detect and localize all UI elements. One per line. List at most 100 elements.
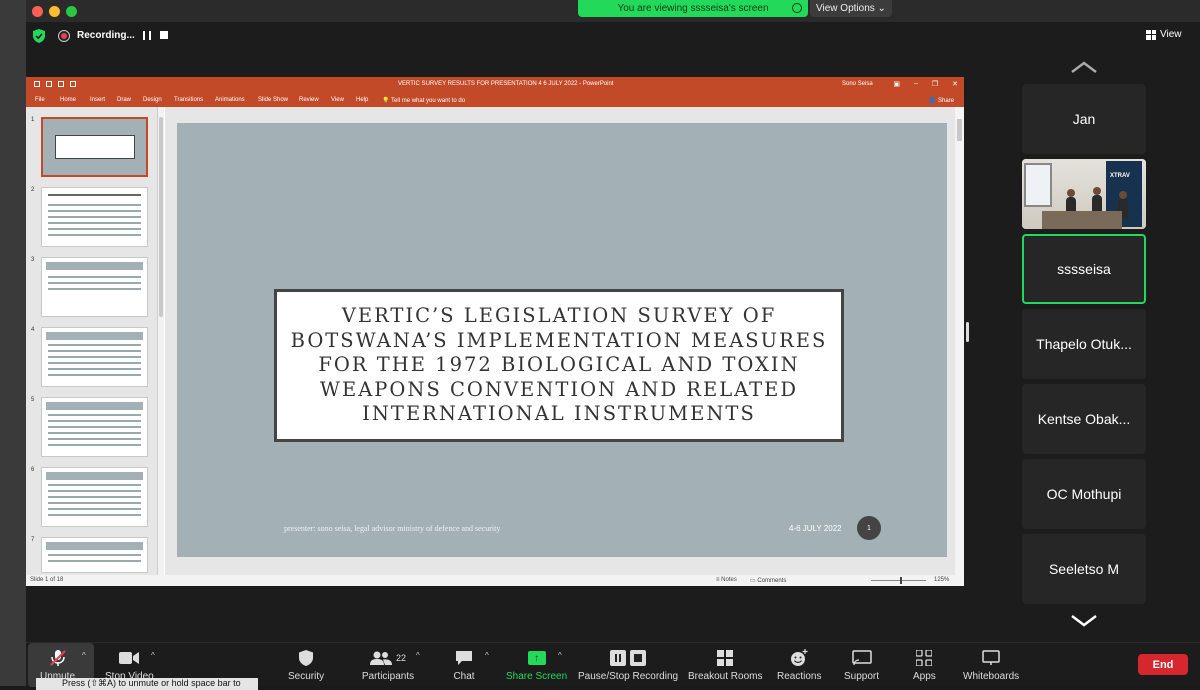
ribbon-tab-design[interactable]: Design (143, 97, 162, 103)
ribbon-tab-view[interactable]: View (331, 97, 344, 103)
slide-title-box[interactable]: VERTIC’S LEGISLATION SURVEY OF BOTSWANA’… (274, 289, 844, 442)
thumbnail-scrollbar[interactable] (158, 107, 164, 575)
end-meeting-button[interactable]: End (1138, 654, 1188, 675)
participants-options-caret[interactable]: ^ (416, 651, 420, 660)
tell-me-search[interactable]: 💡 Tell me what you want to do (382, 97, 465, 104)
whiteboards-label: Whiteboards (963, 671, 1020, 682)
participant-name: Thapelo Otuk... (1036, 336, 1132, 352)
current-slide[interactable]: VERTIC’S LEGISLATION SURVEY OF BOTSWANA’… (177, 123, 947, 557)
slide-thumbnail[interactable] (41, 397, 148, 457)
redo-icon[interactable] (58, 81, 64, 87)
pause-stop-recording-button[interactable]: Pause/Stop Recording (578, 649, 678, 682)
whiteboard-icon (980, 649, 1002, 667)
whiteboards-button[interactable]: Whiteboards (963, 649, 1019, 682)
thumb-number: 2 (31, 187, 35, 193)
ribbon-tab-insert[interactable]: Insert (90, 97, 105, 103)
chat-options-caret[interactable]: ^ (485, 651, 489, 660)
zoom-slider[interactable] (871, 580, 926, 581)
chevron-down-icon: ⌄ (874, 3, 886, 14)
undo-icon[interactable] (46, 81, 52, 87)
thumb-number: 4 (31, 327, 35, 333)
view-button[interactable]: View (1146, 29, 1182, 40)
security-button[interactable]: Security (288, 649, 324, 682)
breakout-rooms-button[interactable]: Breakout Rooms (688, 649, 762, 682)
ribbon-display-icon[interactable]: ▣ (893, 80, 900, 88)
slide-thumbnail[interactable] (41, 117, 148, 177)
grid-view-icon (1146, 29, 1156, 40)
chat-button[interactable]: Chat (453, 649, 475, 682)
ribbon-tab-help[interactable]: Help (356, 97, 368, 103)
slide-thumbnail[interactable] (41, 537, 148, 573)
save-icon[interactable] (34, 81, 40, 87)
participant-tile[interactable]: Kentse Obak... (1022, 384, 1146, 454)
comments-label: Comments (757, 578, 787, 584)
audio-options-caret[interactable]: ^ (82, 651, 86, 660)
zoom-slider-handle[interactable] (900, 577, 902, 584)
ribbon-tab-animations[interactable]: Animations (215, 97, 245, 103)
participants-icon: 22 (358, 649, 418, 667)
pause-stop-recording-label: Pause/Stop Recording (578, 671, 679, 682)
slide-title: VERTIC’S LEGISLATION SURVEY OF BOTSWANA’… (291, 304, 828, 427)
participant-tile[interactable]: Seeletso M (1022, 534, 1146, 604)
ribbon-tab-transitions[interactable]: Transitions (174, 97, 203, 103)
chevron-up-icon[interactable] (1070, 60, 1098, 74)
minimize-icon[interactable]: – (914, 80, 918, 88)
notes-button[interactable]: ≡ Notes (716, 577, 737, 583)
ribbon-tab-draw[interactable]: Draw (117, 97, 131, 103)
close-icon[interactable]: ✕ (952, 80, 958, 88)
start-slideshow-icon[interactable] (70, 81, 76, 87)
participant-tile[interactable]: Thapelo Otuk... (1022, 309, 1146, 379)
participants-button[interactable]: 22 Participants (358, 649, 418, 682)
smiley-icon (788, 649, 810, 667)
reactions-button[interactable]: Reactions (777, 649, 821, 682)
ribbon-tab-slide-show[interactable]: Slide Show (258, 97, 288, 103)
recording-label: Recording... (77, 30, 135, 41)
slide-thumbnail[interactable] (41, 257, 148, 317)
zoom-level[interactable]: 125% (934, 577, 949, 583)
comments-button[interactable]: ▭ Comments (750, 577, 786, 584)
tell-me-label: Tell me what you want to do (391, 98, 466, 104)
share-options-caret[interactable]: ^ (558, 651, 562, 660)
ribbon-tab-file[interactable]: File (35, 97, 45, 103)
slide-thumbnail[interactable] (41, 327, 148, 387)
split-view-handle[interactable] (966, 322, 969, 342)
slide-thumbnail-pane[interactable]: 1 2 3 4 5 6 7 (26, 107, 158, 575)
slide-editor: VERTIC’S LEGISLATION SURVEY OF BOTSWANA’… (165, 107, 955, 575)
stop-icon (630, 650, 647, 666)
ppt-title-bar: VERTIC SURVEY RESULTS FOR PRESENTATION 4… (26, 77, 964, 93)
ribbon-tab-review[interactable]: Review (299, 97, 319, 103)
participant-name: OC Mothupi (1046, 486, 1122, 502)
shared-powerpoint-window: VERTIC SURVEY RESULTS FOR PRESENTATION 4… (26, 77, 964, 586)
pause-recording-icon[interactable] (143, 31, 151, 40)
chevron-down-icon[interactable] (1070, 614, 1098, 628)
participant-name: Kentse Obak... (1037, 411, 1131, 427)
participant-tile[interactable]: OC Mothupi (1022, 459, 1146, 529)
viewing-screen-banner: You are viewing sssseisa's screen (578, 0, 808, 17)
ribbon-tab-home[interactable]: Home (60, 97, 76, 103)
stop-recording-icon[interactable] (160, 31, 168, 39)
video-options-caret[interactable]: ^ (151, 651, 155, 660)
support-button[interactable]: Support (844, 649, 879, 682)
ppt-document-title: VERTIC SURVEY RESULTS FOR PRESENTATION 4… (398, 81, 614, 87)
apps-button[interactable]: Apps (913, 649, 936, 682)
ppt-user-name: Sono Seisa (842, 81, 873, 87)
participant-tile[interactable]: Jan (1022, 84, 1146, 154)
shield-check-icon[interactable] (33, 29, 45, 43)
view-options-button[interactable]: View Options ⌄ (810, 0, 892, 17)
participant-video-tile[interactable]: XTRAV (1022, 159, 1146, 229)
zoom-window-button[interactable] (66, 6, 77, 17)
editor-scrollbar[interactable] (955, 107, 964, 575)
support-label: Support (844, 671, 880, 682)
lightbulb-icon: 💡 (382, 98, 390, 104)
slide-thumbnail[interactable] (41, 187, 148, 247)
apps-icon (913, 649, 935, 667)
minimize-window-button[interactable] (49, 6, 60, 17)
close-window-button[interactable] (32, 6, 43, 17)
restore-icon[interactable]: ❐ (932, 80, 938, 88)
participant-name: Jan (1072, 111, 1096, 127)
ppt-share-button[interactable]: 👤 Share (929, 97, 954, 104)
slide-thumbnail[interactable] (41, 467, 148, 527)
slide-title-line: FOR THE 1972 BIOLOGICAL AND TOXIN (318, 353, 800, 377)
participant-tile-active-speaker[interactable]: sssseisa (1022, 234, 1146, 304)
slide-presenter-text: presenter: sono seisa, legal advisor min… (284, 524, 501, 533)
